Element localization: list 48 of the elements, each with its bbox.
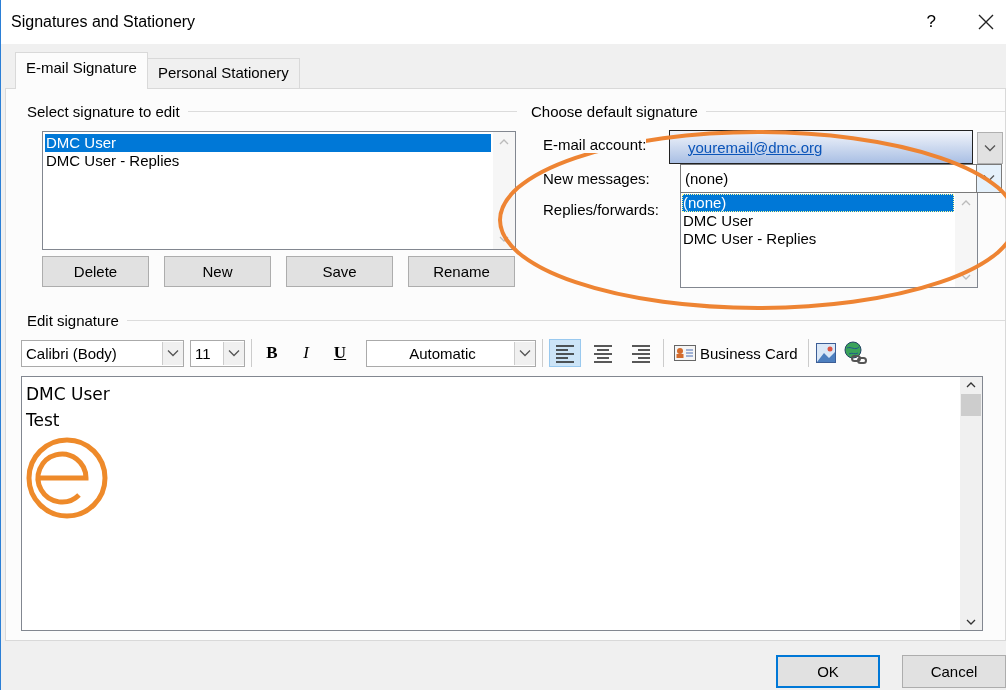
list-item[interactable]: DMC User - Replies bbox=[45, 152, 491, 170]
field-label: E-mail account: bbox=[543, 135, 647, 153]
format-button[interactable]: U bbox=[326, 340, 354, 366]
globe-link-icon[interactable] bbox=[842, 341, 869, 365]
scroll-up-icon[interactable] bbox=[966, 381, 976, 388]
list-item[interactable]: DMC User bbox=[45, 134, 491, 152]
signature-text: Test bbox=[26, 409, 61, 432]
button[interactable]: Cancel bbox=[902, 655, 1006, 688]
group-title: Select signature to edit bbox=[27, 102, 180, 120]
format-button[interactable]: B bbox=[258, 340, 286, 366]
tab[interactable]: E-mail Signature bbox=[15, 52, 148, 89]
dropdown-button[interactable] bbox=[977, 132, 1003, 164]
new-messages-dropdown[interactable]: (none) bbox=[680, 163, 1002, 193]
scroll-down-icon[interactable] bbox=[966, 619, 976, 626]
font-size-dropdown[interactable]: 11 bbox=[190, 339, 245, 367]
align-center-icon bbox=[592, 342, 614, 364]
button[interactable]: OK bbox=[776, 655, 880, 688]
help-button[interactable]: ? bbox=[926, 12, 936, 32]
business-card-button[interactable]: Business Card bbox=[670, 339, 802, 367]
font-dropdown[interactable]: Calibri (Body) bbox=[21, 339, 184, 367]
button[interactable]: New bbox=[164, 256, 271, 287]
signature-list[interactable]: DMC User DMC User - Replies bbox=[42, 131, 516, 250]
picture-icon[interactable] bbox=[814, 342, 837, 364]
format-button[interactable]: I bbox=[292, 340, 320, 366]
align-left-icon bbox=[554, 342, 576, 364]
group-title: Choose default signature bbox=[531, 102, 698, 120]
signature-options-list[interactable]: (none) DMC User DMC User - Replies bbox=[680, 192, 978, 288]
logo-icon bbox=[26, 437, 108, 519]
button[interactable]: Rename bbox=[408, 256, 515, 287]
field-label: Replies/forwards: bbox=[543, 201, 660, 218]
button[interactable]: Delete bbox=[42, 256, 149, 287]
list-item[interactable]: DMC User bbox=[682, 212, 954, 230]
align-left-button[interactable] bbox=[549, 339, 581, 367]
button[interactable]: Save bbox=[286, 256, 393, 287]
window-title: Signatures and Stationery bbox=[11, 13, 197, 31]
align-right-icon bbox=[630, 342, 652, 364]
signature-text: DMC User bbox=[26, 383, 111, 406]
close-icon[interactable] bbox=[978, 14, 994, 30]
list-item[interactable]: DMC User - Replies bbox=[682, 230, 954, 248]
list-item[interactable]: (none) bbox=[682, 194, 954, 212]
field-label: New messages: bbox=[543, 169, 651, 187]
contact-card-icon bbox=[674, 345, 696, 361]
scrollbar-thumb[interactable] bbox=[961, 394, 981, 416]
group-title: Edit signature bbox=[27, 311, 119, 329]
scrollbar[interactable] bbox=[960, 377, 982, 630]
font-color-dropdown[interactable]: Automatic bbox=[366, 339, 536, 367]
tab[interactable]: Personal Stationery bbox=[146, 58, 300, 88]
signature-editor[interactable]: DMC User Test bbox=[21, 376, 983, 631]
